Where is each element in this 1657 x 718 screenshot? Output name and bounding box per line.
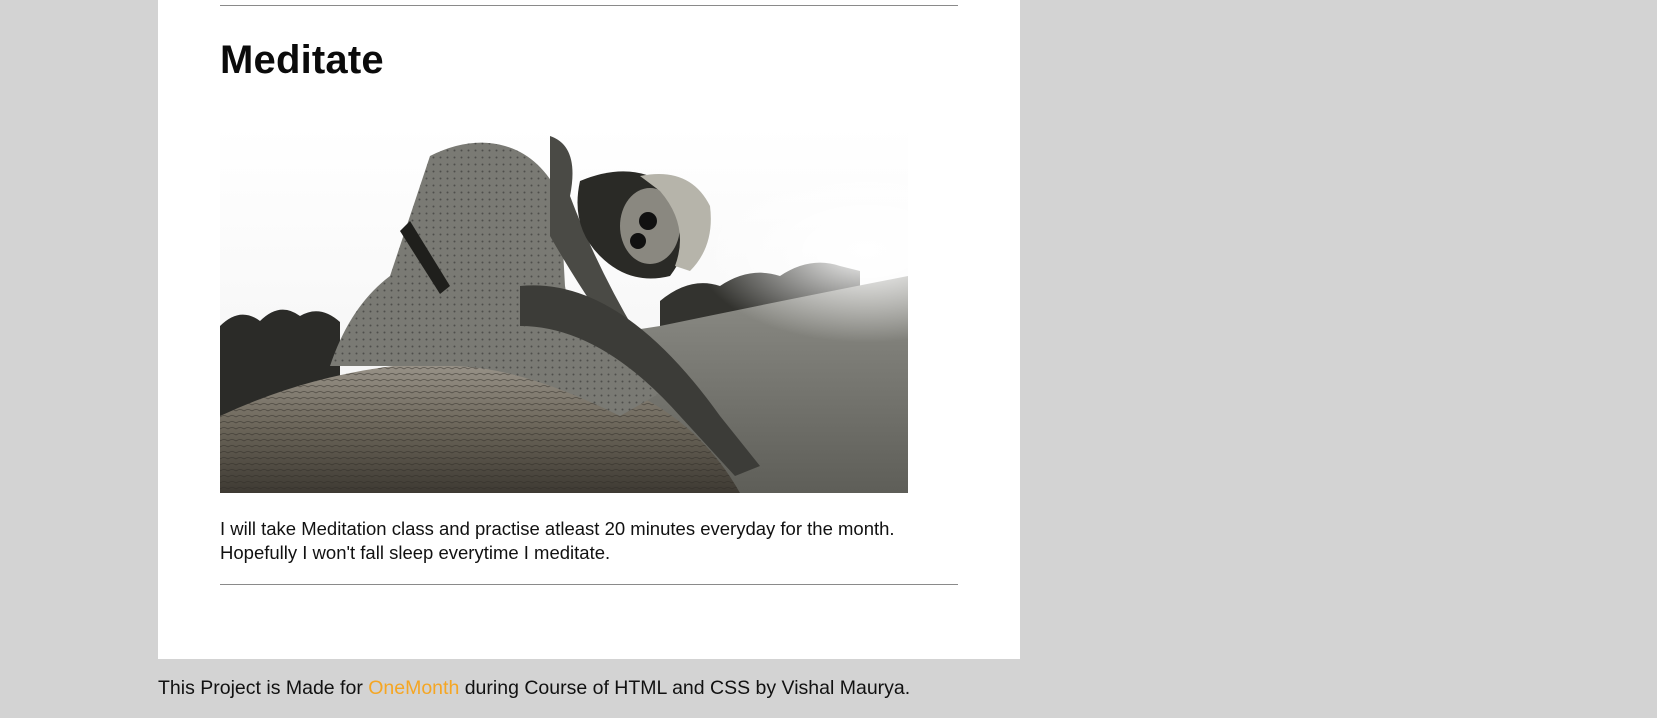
description-line-2: Hopefully I won't fall sleep everytime I… [220, 542, 611, 563]
footer-credit: This Project is Made for OneMonth during… [158, 677, 910, 700]
bottom-divider [220, 584, 958, 585]
meditate-photo [220, 126, 908, 493]
content-card: Meditate I will take Meditation class an… [158, 0, 1020, 659]
description-line-1: I will take Meditation class and practis… [220, 518, 895, 539]
footer-suffix: during Course of HTML and CSS by Vishal … [459, 677, 911, 699]
post-title: Meditate [220, 38, 384, 82]
footer-prefix: This Project is Made for [158, 677, 369, 699]
top-divider [220, 5, 958, 6]
onemonth-link[interactable]: OneMonth [368, 677, 459, 699]
post-description: I will take Meditation class and practis… [220, 517, 960, 565]
